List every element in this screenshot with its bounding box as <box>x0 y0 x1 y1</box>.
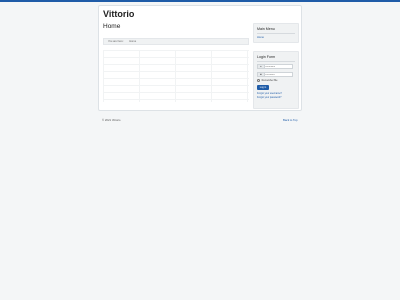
main-menu-title: Main Menu <box>257 27 275 31</box>
top-accent-bar <box>0 0 400 2</box>
site-brand[interactable]: Vittorio <box>103 9 134 19</box>
module-divider <box>257 33 295 34</box>
username-input[interactable] <box>265 65 292 68</box>
forgot-password-link[interactable]: Forgot your password? <box>257 96 281 99</box>
menu-item-home[interactable]: Home <box>257 36 264 39</box>
username-field: ● <box>257 64 293 69</box>
remember-me-label: Remember Me <box>261 79 278 83</box>
back-to-top-link[interactable]: Back to Top <box>283 118 298 122</box>
login-button[interactable]: Log in <box>257 85 269 90</box>
page-container: Vittorio Home You are here: Home Main Me… <box>98 5 302 111</box>
footer-copyright: © 2021 Vittorio <box>102 118 121 122</box>
page-title: Home <box>103 23 121 30</box>
user-icon: ● <box>258 65 265 68</box>
login-form-module: Login Form ● ■ Remember Me Log in Forgot… <box>253 51 299 109</box>
breadcrumb: You are here: Home <box>103 38 249 45</box>
module-divider <box>257 61 295 62</box>
lock-icon: ■ <box>258 73 265 76</box>
breadcrumb-current: Home <box>129 40 137 43</box>
remember-me-checkbox[interactable] <box>257 79 260 82</box>
content-area <box>103 50 249 102</box>
login-form-title: Login Form <box>257 55 276 59</box>
breadcrumb-prefix: You are here: <box>108 40 124 43</box>
main-menu-module: Main Menu Home <box>253 23 299 43</box>
password-field: ■ <box>257 72 293 77</box>
password-input[interactable] <box>265 73 292 76</box>
remember-me: Remember Me <box>257 79 277 82</box>
forgot-username-link[interactable]: Forgot your username? <box>257 92 282 95</box>
